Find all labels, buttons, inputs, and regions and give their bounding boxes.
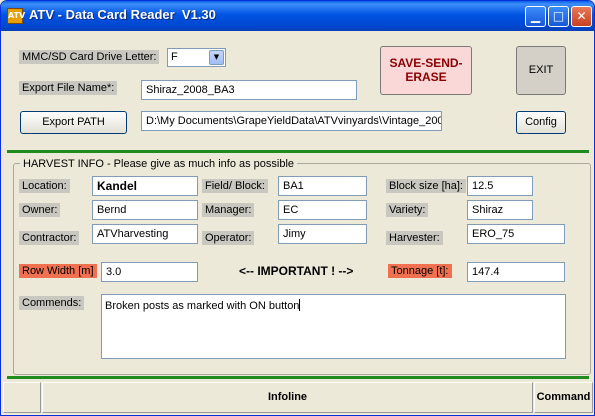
export-path-button-label: Export PATH xyxy=(42,116,105,128)
row-width-label: Row Width [m] xyxy=(19,264,97,278)
contractor-input[interactable]: ATVharvesting xyxy=(92,224,198,244)
operator-input[interactable]: Jimy xyxy=(278,224,367,244)
tonnage-label: Tonnage [t]: xyxy=(388,264,452,278)
status-bar: Infoline Command xyxy=(3,382,593,415)
important-notice: <-- IMPORTANT ! --> xyxy=(239,264,354,278)
status-panel-infoline: Infoline xyxy=(42,382,533,413)
field-block-label: Field/ Block: xyxy=(202,179,268,193)
text-caret xyxy=(299,299,301,311)
export-file-name-label: Export File Name*: xyxy=(19,81,118,95)
window-title: ATV - Data Card Reader V1.30 xyxy=(29,7,216,22)
block-size-label: Block size [ha]: xyxy=(386,179,466,193)
divider-top xyxy=(7,150,589,153)
location-label: Location: xyxy=(19,179,70,193)
minimize-icon: ▁ xyxy=(530,9,541,23)
block-size-input[interactable]: 12.5 xyxy=(467,176,533,196)
command-text: Command xyxy=(536,391,591,403)
maximize-icon: □ xyxy=(552,9,565,23)
comments-label: Commends: xyxy=(19,296,85,310)
export-file-name-input[interactable]: Shiraz_2008_BA3 xyxy=(141,80,357,100)
variety-label: Variety: xyxy=(386,203,429,217)
comments-text: Broken posts as marked with ON button xyxy=(105,300,300,312)
comments-textarea[interactable]: Broken posts as marked with ON button xyxy=(101,294,566,359)
export-path-input[interactable]: D:\My Documents\GrapeYieldData\ATVvinyar… xyxy=(141,111,442,131)
harvester-input[interactable]: ERO_75 xyxy=(467,224,565,244)
drive-letter-label: MMC/SD Card Drive Letter: xyxy=(19,50,160,64)
contractor-label: Contractor: xyxy=(19,231,80,245)
save-button-line-2: ERASE xyxy=(405,70,447,84)
status-panel-command: Command xyxy=(534,382,593,413)
save-button-line-1: SAVE-SEND- xyxy=(389,56,463,70)
field-block-input[interactable]: BA1 xyxy=(278,176,367,196)
location-input[interactable]: Kandel xyxy=(92,176,198,196)
status-panel-left xyxy=(3,382,41,413)
drive-letter-select[interactable]: F ▼ xyxy=(167,48,226,67)
chevron-down-icon[interactable]: ▼ xyxy=(209,50,224,65)
close-icon: ✕ xyxy=(576,9,587,23)
divider-bottom xyxy=(7,376,589,379)
manager-input[interactable]: EC xyxy=(278,200,367,220)
maximize-button[interactable]: □ xyxy=(548,6,569,27)
config-button-label: Config xyxy=(525,116,557,128)
config-button[interactable]: Config xyxy=(516,111,566,134)
harvest-info-title: HARVEST INFO - Please give as much info … xyxy=(20,158,298,170)
save-send-erase-button[interactable]: SAVE-SEND- ERASE xyxy=(380,46,472,95)
minimize-button[interactable]: ▁ xyxy=(525,6,546,27)
infoline-text: Infoline xyxy=(267,391,308,403)
owner-label: Owner: xyxy=(19,203,61,217)
owner-input[interactable]: Bernd xyxy=(92,200,198,220)
tonnage-input[interactable]: 147.4 xyxy=(467,262,565,282)
export-path-button[interactable]: Export PATH xyxy=(20,111,127,134)
drive-letter-value: F xyxy=(171,51,178,63)
variety-input[interactable]: Shiraz xyxy=(467,200,533,220)
title-bar[interactable]: ATV ATV - Data Card Reader V1.30 ▁ □ ✕ xyxy=(1,1,594,31)
exit-button[interactable]: EXIT xyxy=(516,46,566,95)
harvester-label: Harvester: xyxy=(386,231,443,245)
app-window: ATV ATV - Data Card Reader V1.30 ▁ □ ✕ M… xyxy=(0,0,595,416)
app-icon: ATV xyxy=(7,8,25,24)
close-button[interactable]: ✕ xyxy=(571,6,592,27)
exit-button-label: EXIT xyxy=(528,64,554,76)
row-width-input[interactable]: 3.0 xyxy=(101,262,198,282)
manager-label: Manager: xyxy=(202,203,255,217)
operator-label: Operator: xyxy=(202,231,255,245)
